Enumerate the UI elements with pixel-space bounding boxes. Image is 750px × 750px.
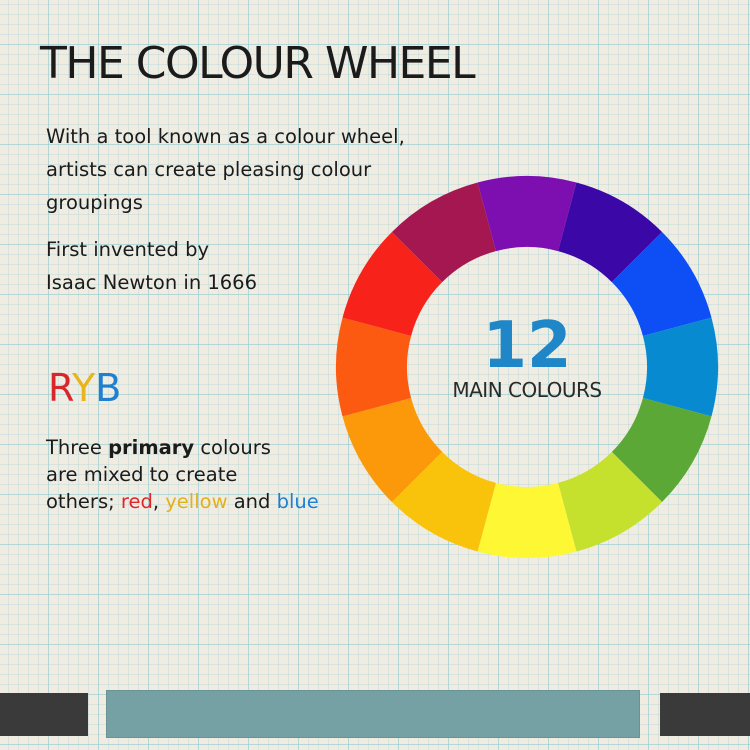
footer-bar-left (0, 693, 88, 736)
footer-bar-right (660, 693, 750, 736)
wheel-count: 12 (482, 309, 571, 383)
colour-wheel: 12 MAIN COLOURS (336, 176, 718, 558)
footer-bar-center (106, 690, 640, 738)
wheel-label: MAIN COLOURS (452, 378, 601, 402)
